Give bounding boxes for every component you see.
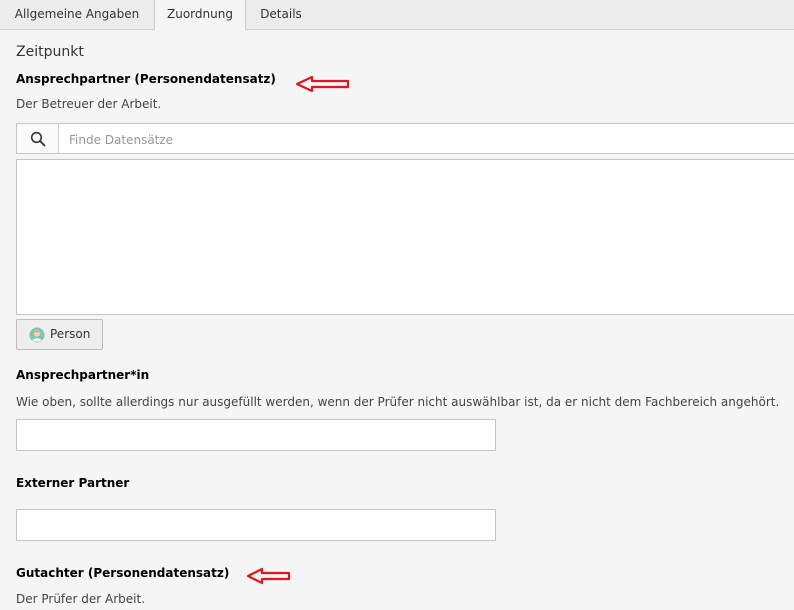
ansprechpartner-in-input[interactable] [16, 419, 496, 451]
tab-details[interactable]: Details [245, 0, 317, 29]
record-search [16, 123, 794, 155]
ansprechpartner-in-label: Ansprechpartner*in [16, 368, 150, 382]
add-person-label: Person [50, 327, 91, 341]
search-button[interactable] [17, 124, 59, 153]
tab-allgemeine-angaben[interactable]: Allgemeine Angaben [0, 0, 154, 29]
externer-partner-label: Externer Partner [16, 476, 130, 490]
selected-records-list[interactable] [16, 159, 794, 315]
ansprechpartner-label: Ansprechpartner (Personendatensatz) [16, 72, 276, 86]
tab-bar: Allgemeine Angaben Zuordnung Details [0, 0, 794, 30]
search-input[interactable] [59, 124, 794, 155]
red-arrow-icon [295, 75, 350, 93]
gutachter-label: Gutachter (Personendatensatz) [16, 566, 230, 580]
add-person-button[interactable]: Person [16, 319, 103, 350]
ansprechpartner-in-description: Wie oben, sollte allerdings nur ausgefül… [16, 395, 780, 409]
gutachter-description: Der Prüfer der Arbeit. [16, 592, 146, 606]
person-avatar-icon [29, 327, 45, 343]
search-icon [30, 131, 46, 147]
tab-zuordnung[interactable]: Zuordnung [154, 0, 246, 30]
ansprechpartner-description: Der Betreuer der Arbeit. [16, 97, 162, 111]
section-title: Zeitpunkt [16, 44, 84, 60]
externer-partner-input[interactable] [16, 509, 496, 541]
red-arrow-icon [246, 567, 291, 585]
